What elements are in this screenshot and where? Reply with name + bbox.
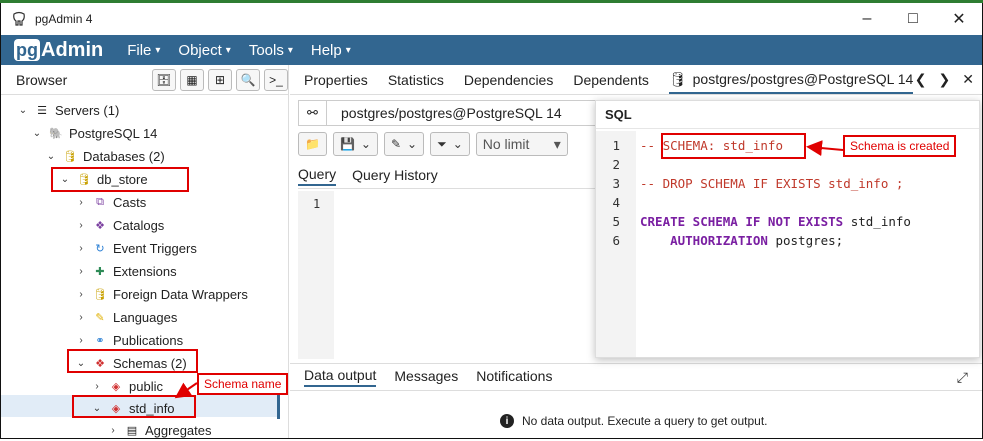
annotation-arrows bbox=[174, 140, 844, 399]
arrow-to-schema-comment bbox=[806, 140, 844, 157]
arrow-to-std-info bbox=[174, 382, 198, 399]
